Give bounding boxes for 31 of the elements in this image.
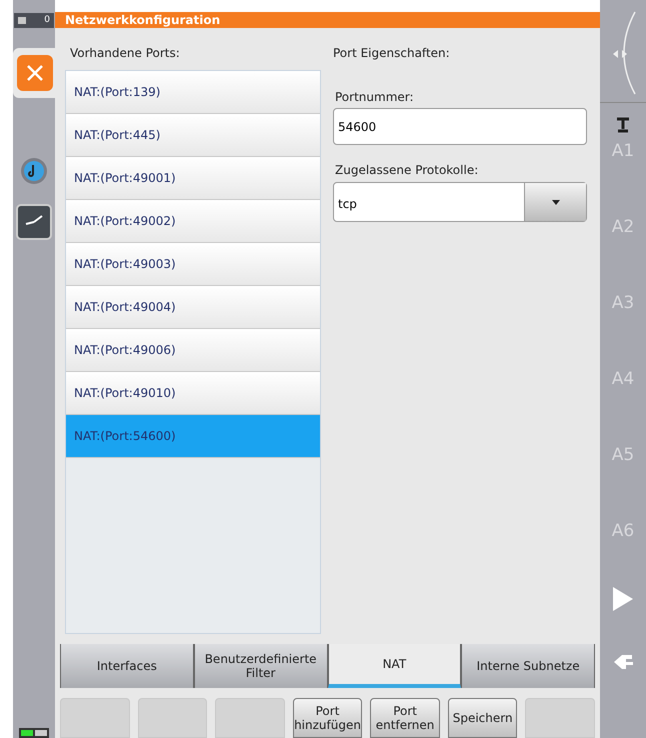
status-light <box>19 728 49 738</box>
properties-title: Port Eigenschaften: <box>333 45 451 62</box>
port-number-label: Portnummer: <box>334 89 415 106</box>
port-number-field[interactable]: 54600 <box>333 108 587 145</box>
caret-icon <box>552 200 560 204</box>
port-item[interactable]: NAT:(Port:445) <box>66 114 320 157</box>
tab[interactable]: Interfaces <box>60 644 194 688</box>
protocol-value: tcp <box>337 196 358 213</box>
status-count: 0 <box>44 14 50 27</box>
port-item[interactable]: NAT:(Port:49002) <box>66 200 320 243</box>
window-title: Netzwerkkonfiguration <box>55 12 600 28</box>
port-item[interactable]: NAT:(Port:49001) <box>66 157 320 200</box>
action-button[interactable]: Speichern <box>448 698 518 738</box>
ports-label: Vorhandene Ports: <box>69 45 181 62</box>
port-item[interactable]: NAT:(Port:139) <box>66 71 320 114</box>
action-button[interactable]: Port entfernen <box>370 698 440 738</box>
tab[interactable]: Interne Subnetze <box>461 644 595 688</box>
protocol-dropdown[interactable]: tcp <box>333 182 587 222</box>
port-item[interactable]: NAT:(Port:49006) <box>66 329 320 372</box>
action-button[interactable]: Port hinzufügen <box>292 698 362 738</box>
tab[interactable]: Benutzerdefinierte Filter <box>194 644 328 688</box>
close-button[interactable] <box>17 55 53 91</box>
tab[interactable]: NAT <box>328 644 462 688</box>
clock-icon[interactable] <box>16 204 52 240</box>
play-icon[interactable] <box>613 587 633 611</box>
port-item[interactable]: NAT:(Port:49010) <box>66 372 320 415</box>
protocol-label: Zugelassene Protokolle: <box>334 162 480 179</box>
close-icon <box>25 63 45 83</box>
port-item[interactable]: NAT:(Port:54600) <box>66 415 320 458</box>
port-item[interactable]: NAT:(Port:49004) <box>66 286 320 329</box>
port-item[interactable]: NAT:(Port:49003) <box>66 243 320 286</box>
